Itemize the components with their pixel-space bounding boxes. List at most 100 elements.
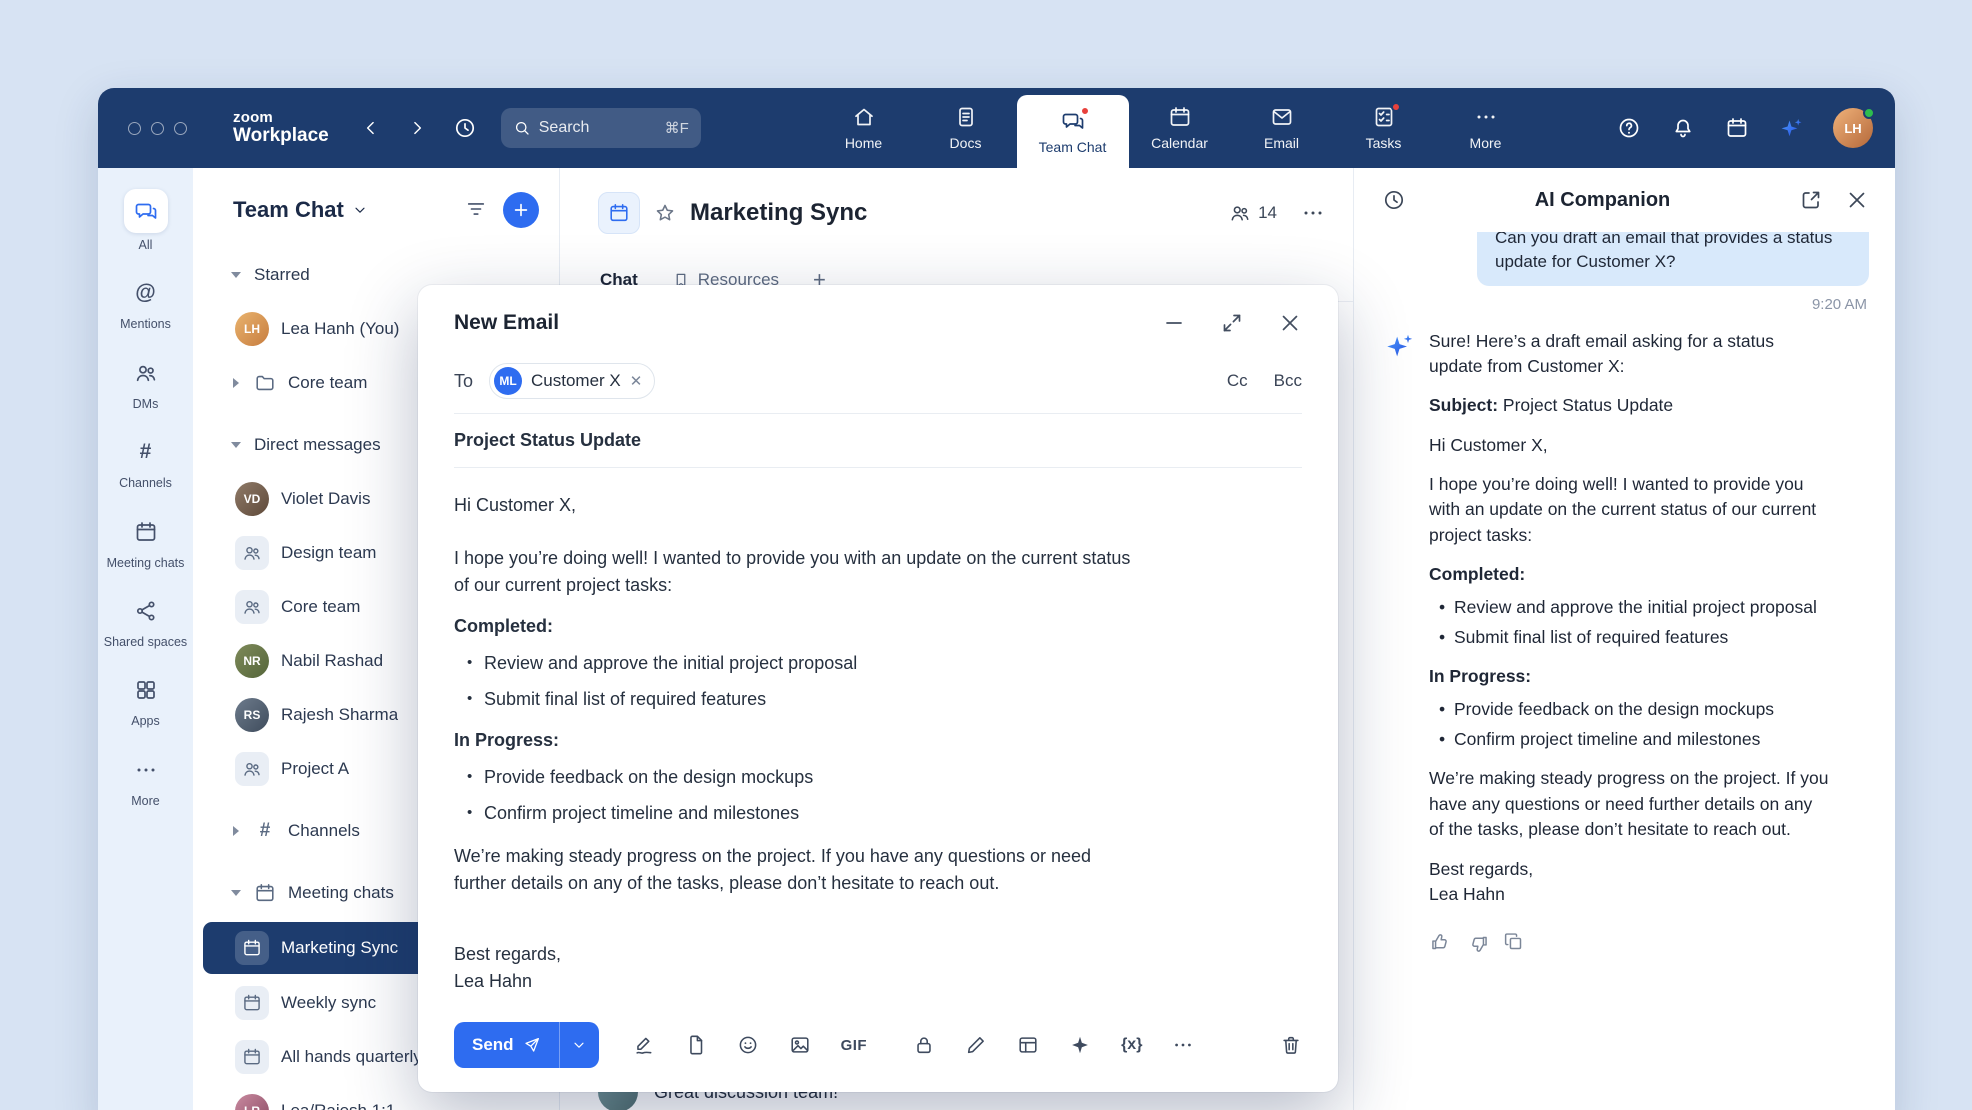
inprogress-list: Provide feedback on the design mockups C…	[454, 764, 1302, 827]
calendar-check-icon[interactable]	[1725, 116, 1749, 140]
hash-icon: #	[254, 820, 276, 842]
member-count-value: 14	[1258, 203, 1277, 223]
star-channel-button[interactable]	[654, 202, 676, 224]
ai-response-body: Sure! Here’s a draft email asking for a …	[1429, 329, 1829, 953]
close-icon[interactable]	[1278, 311, 1302, 335]
forward-icon[interactable]	[407, 118, 427, 138]
pencil-icon[interactable]	[965, 1034, 987, 1056]
caret-down-icon	[231, 442, 241, 448]
caret-down-icon	[231, 272, 241, 278]
mentions-icon: @	[135, 281, 155, 305]
nav-label: Tasks	[1366, 135, 1402, 151]
member-count[interactable]: 14	[1229, 202, 1277, 224]
members-icon	[1229, 202, 1251, 224]
caret-down-icon	[231, 890, 241, 896]
recipient-avatar: ML	[494, 367, 522, 395]
user-avatar[interactable]: LH	[1833, 108, 1873, 148]
rail-item-mentions[interactable]: @ Mentions	[98, 263, 193, 342]
cc-button[interactable]: Cc	[1227, 371, 1248, 391]
ai-panel-header: AI Companion	[1354, 168, 1895, 232]
signature-icon[interactable]	[633, 1034, 655, 1056]
remove-recipient-icon[interactable]: ✕	[630, 374, 643, 389]
thumbs-down-icon[interactable]	[1466, 931, 1487, 952]
ai-sparkle-icon[interactable]	[1069, 1034, 1091, 1056]
image-icon[interactable]	[789, 1034, 811, 1056]
nav-home[interactable]: Home	[813, 88, 915, 168]
bcc-button[interactable]: Bcc	[1274, 371, 1302, 391]
channel-avatar-calendar-icon	[598, 192, 640, 234]
module-rail: All @ Mentions DMs # Channels Meeting ch…	[98, 168, 193, 1110]
to-label: To	[454, 371, 473, 392]
rail-item-shared-spaces[interactable]: Shared spaces	[98, 581, 193, 660]
nav-more[interactable]: More	[1435, 88, 1537, 168]
open-in-new-icon[interactable]	[1799, 188, 1823, 212]
meeting-icon	[235, 1040, 269, 1074]
rail-item-all[interactable]: All	[98, 178, 193, 263]
rail-item-apps[interactable]: Apps	[98, 660, 193, 739]
close-window-dot[interactable]	[128, 122, 141, 135]
nav-team-chat[interactable]: Team Chat	[1017, 95, 1129, 168]
email-icon	[1270, 105, 1294, 129]
rail-label: Apps	[131, 714, 160, 728]
topbar-right: LH	[1617, 108, 1873, 148]
rail-item-dms[interactable]: DMs	[98, 343, 193, 422]
minimize-window-dot[interactable]	[151, 122, 164, 135]
subject-field[interactable]: Project Status Update	[454, 414, 1302, 468]
ai-history-button[interactable]	[1382, 188, 1406, 212]
ai-feedback-bar	[1429, 931, 1829, 952]
variables-button[interactable]: {x}	[1121, 1036, 1142, 1054]
docs-icon	[954, 105, 978, 129]
expand-icon[interactable]	[1220, 311, 1244, 335]
new-chat-button[interactable]	[503, 192, 539, 228]
rail-label: Channels	[119, 476, 172, 490]
group-icon	[235, 752, 269, 786]
meeting-icon	[235, 986, 269, 1020]
window-controls	[128, 122, 187, 135]
nav-email[interactable]: Email	[1231, 88, 1333, 168]
chat-list-title: Team Chat	[233, 197, 344, 223]
more-icon[interactable]	[1172, 1034, 1194, 1056]
rail-item-channels[interactable]: # Channels	[98, 422, 193, 501]
nav-label: More	[1470, 135, 1502, 151]
rail-item-meeting-chats[interactable]: Meeting chats	[98, 502, 193, 581]
channel-more-icon[interactable]	[1301, 201, 1325, 225]
lock-icon[interactable]	[913, 1034, 935, 1056]
ai-response: Sure! Here’s a draft email asking for a …	[1384, 329, 1869, 953]
close-icon[interactable]	[1845, 188, 1869, 212]
recents-button[interactable]	[453, 116, 477, 140]
nav-tasks[interactable]: Tasks	[1333, 88, 1435, 168]
recipient-chip[interactable]: ML Customer X ✕	[489, 363, 655, 399]
search-input[interactable]	[539, 119, 639, 137]
rail-label: Meeting chats	[107, 556, 185, 570]
modal-title: New Email	[454, 311, 559, 335]
minimize-icon[interactable]	[1162, 311, 1186, 335]
notifications-icon[interactable]	[1671, 116, 1695, 140]
email-body-editor[interactable]: Hi Customer X, I hope you’re doing well!…	[418, 468, 1338, 1006]
filter-button[interactable]	[465, 198, 487, 223]
group-icon	[235, 536, 269, 570]
recipient-row[interactable]: To ML Customer X ✕ Cc Bcc	[454, 355, 1302, 414]
ai-sparkle-icon[interactable]	[1779, 116, 1803, 140]
chat-list-title-menu[interactable]: Team Chat	[233, 197, 368, 223]
gif-button[interactable]: GIF	[841, 1037, 868, 1054]
brand-zoom: zoom	[233, 110, 329, 126]
send-button[interactable]: Send	[454, 1022, 559, 1068]
rail-label: All	[139, 238, 153, 252]
rail-item-more[interactable]: More	[98, 740, 193, 819]
thumbs-up-icon[interactable]	[1429, 931, 1450, 952]
layout-icon[interactable]	[1017, 1034, 1039, 1056]
help-icon[interactable]	[1617, 116, 1641, 140]
trash-icon[interactable]	[1280, 1034, 1302, 1056]
copy-icon[interactable]	[1503, 931, 1524, 952]
nav-docs[interactable]: Docs	[915, 88, 1017, 168]
topbar: zoom Workplace ⌘F Home Docs	[98, 88, 1895, 168]
fullscreen-window-dot[interactable]	[174, 122, 187, 135]
send-options-button[interactable]	[559, 1022, 599, 1068]
template-file-icon[interactable]	[685, 1034, 707, 1056]
ai-conversation[interactable]: Can you draft an email that provides a s…	[1354, 232, 1895, 1110]
nav-calendar[interactable]: Calendar	[1129, 88, 1231, 168]
back-icon[interactable]	[361, 118, 381, 138]
dms-icon	[134, 361, 158, 385]
emoji-icon[interactable]	[737, 1034, 759, 1056]
global-search[interactable]: ⌘F	[501, 108, 701, 148]
